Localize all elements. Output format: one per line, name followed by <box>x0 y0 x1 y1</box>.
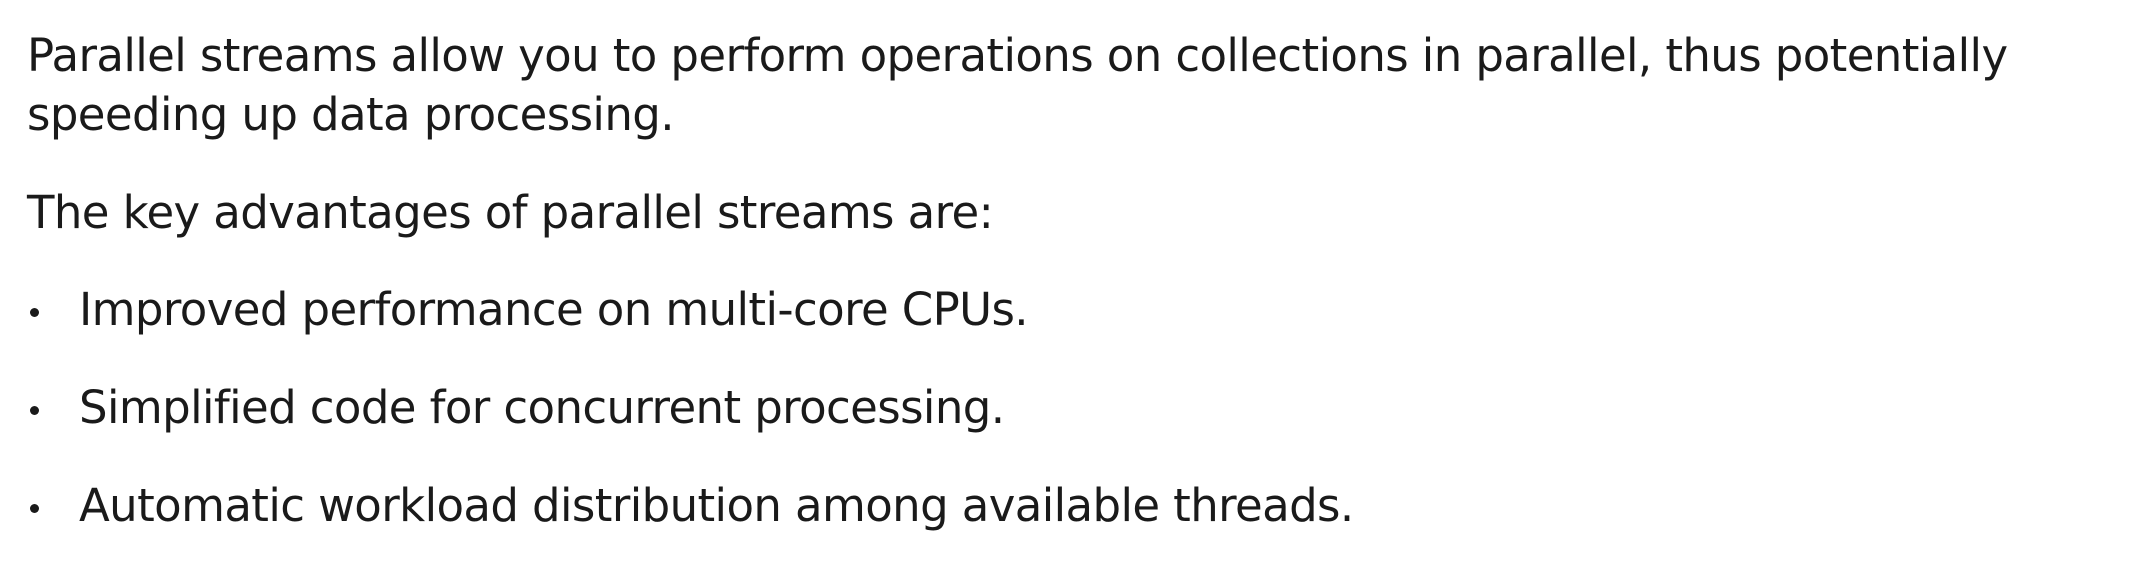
advantages-list: Improved performance on multi-core CPUs.… <box>27 280 2117 535</box>
list-item: Simplified code for concurrent processin… <box>27 378 2117 437</box>
intro-line-1: Parallel streams allow you to perform op… <box>27 29 2008 82</box>
list-item-text: Automatic workload distribution among av… <box>79 479 1354 532</box>
advantages-lead: The key advantages of parallel streams a… <box>27 186 994 239</box>
bullet-icon <box>30 504 39 513</box>
bullet-icon <box>30 308 39 317</box>
list-item-text: Improved performance on multi-core CPUs. <box>79 283 1029 336</box>
list-item-text: Simplified code for concurrent processin… <box>79 381 1005 434</box>
intro-paragraph: Parallel streams allow you to perform op… <box>27 26 2117 144</box>
list-item: Improved performance on multi-core CPUs. <box>27 280 2117 339</box>
bullet-icon <box>30 406 39 415</box>
document-body: Parallel streams allow you to perform op… <box>27 26 2117 535</box>
list-item: Automatic workload distribution among av… <box>27 476 2117 535</box>
intro-line-2: speeding up data processing. <box>27 88 675 141</box>
